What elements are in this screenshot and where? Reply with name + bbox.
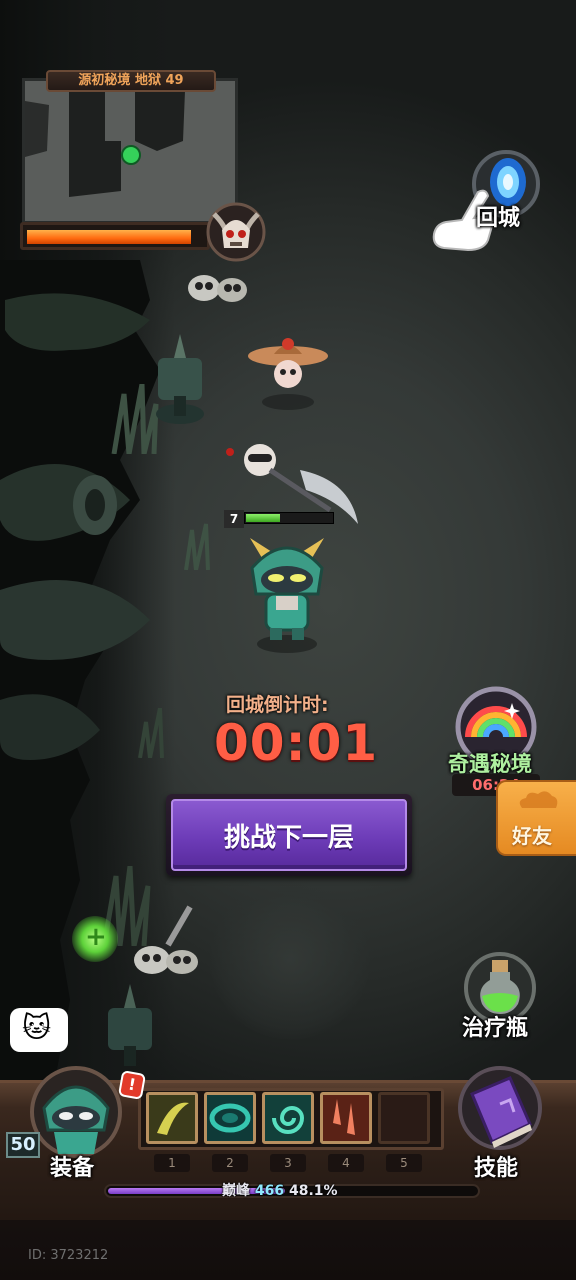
sword-grave — [134, 905, 198, 974]
peak-level: 466 — [254, 1183, 285, 1199]
skill-slot-1[interactable] — [146, 1092, 198, 1144]
friends-label[interactable]: 好友 — [512, 820, 552, 849]
player-hp-fill — [246, 514, 281, 522]
tornado-icon — [207, 1095, 253, 1141]
slot-number: 3 — [270, 1154, 306, 1172]
challenge-next-button[interactable]: 挑战下一层 — [166, 794, 412, 876]
peak-label: 巅峰 — [222, 1183, 250, 1199]
skill-slot-2[interactable] — [204, 1092, 256, 1144]
return-city-label[interactable]: 回城 — [476, 200, 520, 232]
dungeon-title: 源初秘境 地狱 49 — [46, 70, 216, 92]
slot-number: 4 — [328, 1154, 364, 1172]
cat-emoji-icon[interactable]: 🐱 — [22, 1010, 51, 1046]
boss-hp-fill — [27, 230, 191, 244]
crescent-slash-icon — [149, 1095, 195, 1141]
skill-slot-3[interactable] — [262, 1092, 314, 1144]
player-hp-bar — [244, 512, 334, 524]
alert-badge: ! — [117, 1070, 147, 1100]
slot-number: 1 — [154, 1154, 190, 1172]
boss-hp-bar — [20, 222, 210, 250]
heal-orb: + — [72, 916, 118, 962]
grass-tuft — [184, 523, 210, 570]
stone-pillar — [156, 334, 204, 424]
peak-progress-text: 巅峰 466 48.1% — [222, 1180, 338, 1200]
skill-slot-4[interactable] — [320, 1092, 372, 1144]
slot-number: 2 — [212, 1154, 248, 1172]
blade-rain-icon — [323, 1095, 369, 1141]
player-marker — [121, 145, 141, 165]
swirl-icon — [265, 1095, 311, 1141]
plus-icon: + — [85, 922, 107, 952]
account-level-badge: 50 — [6, 1132, 40, 1158]
challenge-next-label[interactable]: 挑战下一层 — [171, 799, 407, 871]
player-level-tag: 7 — [224, 510, 244, 528]
skull-pile — [188, 275, 247, 302]
skill-book-icon[interactable] — [454, 1064, 546, 1152]
skills-label[interactable]: 技能 — [474, 1150, 518, 1182]
player-character — [250, 538, 324, 653]
slot-number: 5 — [386, 1154, 422, 1172]
virtual-joystick[interactable] — [210, 880, 370, 1040]
cloud-icon — [519, 791, 558, 808]
player-id: ID: 3723212 — [28, 1248, 109, 1263]
grass-tuft — [138, 708, 164, 758]
equipment-label[interactable]: 装备 — [50, 1150, 94, 1182]
mushroom-enemy — [248, 338, 328, 410]
boss-skull-icon — [206, 202, 266, 262]
countdown-label: 回城倒计时: — [226, 694, 329, 716]
skill-slot-5[interactable] — [378, 1092, 430, 1144]
peak-percent: 48.1% — [288, 1183, 338, 1199]
potion-label[interactable]: 治疗瓶 — [462, 1010, 528, 1042]
countdown-value: 00:01 — [214, 714, 379, 772]
